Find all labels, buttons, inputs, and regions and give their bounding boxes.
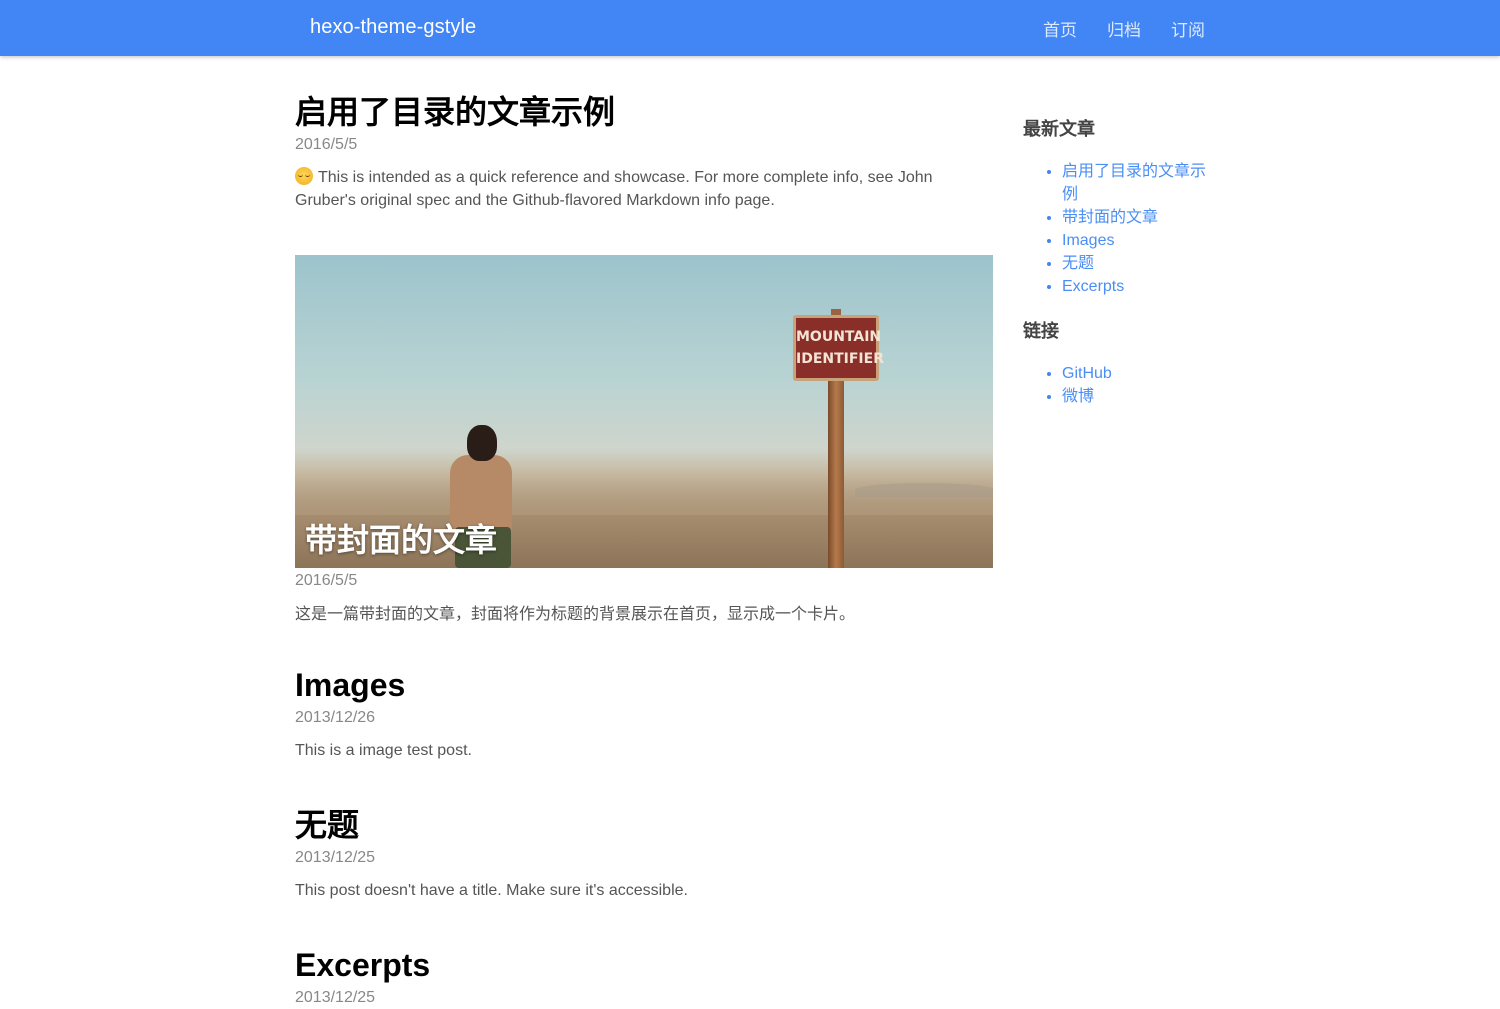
list-item: GitHub xyxy=(1062,362,1213,385)
person-head xyxy=(467,425,497,461)
post-item: Excerpts 2013/12/25 xyxy=(295,943,993,1009)
post-title-link[interactable]: Images xyxy=(295,663,993,707)
recent-post-link[interactable]: Excerpts xyxy=(1062,278,1124,295)
post-date: 2016/5/5 xyxy=(295,572,358,589)
weibo-link[interactable]: 微博 xyxy=(1062,388,1094,405)
nav-archive-link[interactable]: 归档 xyxy=(1107,16,1141,41)
github-link[interactable]: GitHub xyxy=(1062,365,1112,382)
mountain-identifier-sign: MOUNTAIN IDENTIFIER xyxy=(793,315,884,381)
main-nav: 首页 归档 订阅 xyxy=(1043,16,1205,41)
recent-post-link[interactable]: 启用了目录的文章示例 xyxy=(1062,163,1206,203)
top-navbar: hexo-theme-gstyle 首页 归档 订阅 xyxy=(0,0,1500,56)
relieved-face-icon xyxy=(295,167,313,185)
post-title-link[interactable]: 无题 xyxy=(295,803,993,847)
post-excerpt: This is a image test post. xyxy=(295,742,472,759)
sign-text-line1: MOUNTAIN xyxy=(796,329,882,345)
site-brand-link[interactable]: hexo-theme-gstyle xyxy=(310,16,476,39)
post-date: 2013/12/25 xyxy=(295,849,376,866)
nav-subscribe-link[interactable]: 订阅 xyxy=(1171,16,1205,41)
post-cover-card[interactable]: MOUNTAIN IDENTIFIER 带封面的文章 xyxy=(295,255,993,568)
recent-posts-list: 启用了目录的文章示例 带封面的文章 Images 无题 Excerpts xyxy=(1023,160,1213,298)
nav-home-link[interactable]: 首页 xyxy=(1043,16,1077,41)
post-excerpt: This is intended as a quick reference an… xyxy=(295,166,993,212)
post-date: 2013/12/25 xyxy=(295,989,376,1006)
list-item: 带封面的文章 xyxy=(1062,206,1213,229)
recent-posts-heading: 最新文章 xyxy=(1023,119,1095,139)
list-item: 无题 xyxy=(1062,252,1213,275)
sign-post xyxy=(828,381,844,568)
recent-post-link[interactable]: Images xyxy=(1062,232,1114,249)
sign-text-line2: IDENTIFIER xyxy=(796,351,884,367)
post-excerpt: 这是一篇带封面的文章，封面将作为标题的背景展示在首页，显示成一个卡片。 xyxy=(295,606,856,623)
cover-hills xyxy=(855,483,993,497)
post-excerpt: This post doesn't have a title. Make sur… xyxy=(295,882,688,899)
links-list: GitHub 微博 xyxy=(1023,362,1213,408)
list-item: Images xyxy=(1062,229,1213,252)
links-heading: 链接 xyxy=(1023,321,1059,341)
recent-post-link[interactable]: 无题 xyxy=(1062,255,1094,272)
post-date: 2016/5/5 xyxy=(295,136,358,153)
list-item: 启用了目录的文章示例 xyxy=(1062,160,1213,206)
post-item: 无题 2013/12/25 This post doesn't have a t… xyxy=(295,803,993,902)
list-item: Excerpts xyxy=(1062,275,1213,298)
list-item: 微博 xyxy=(1062,385,1213,408)
post-title-link[interactable]: 启用了目录的文章示例 xyxy=(295,90,993,134)
recent-post-link[interactable]: 带封面的文章 xyxy=(1062,209,1158,226)
post-list: 启用了目录的文章示例 2016/5/5 This is intended as … xyxy=(295,90,993,1009)
post-title-link[interactable]: Excerpts xyxy=(295,943,993,987)
post-title-link[interactable]: 带封面的文章 xyxy=(305,520,497,560)
post-excerpt-text: This is intended as a quick reference an… xyxy=(295,169,933,209)
post-date: 2013/12/26 xyxy=(295,709,376,726)
post-item: Images 2013/12/26 This is a image test p… xyxy=(295,663,993,762)
sidebar: 最新文章 启用了目录的文章示例 带封面的文章 Images 无题 Excerpt… xyxy=(1023,116,1213,408)
post-item: MOUNTAIN IDENTIFIER 带封面的文章 2016/5/5 这是一篇… xyxy=(295,255,993,626)
recent-posts-widget: 最新文章 启用了目录的文章示例 带封面的文章 Images 无题 Excerpt… xyxy=(1023,116,1213,298)
post-item: 启用了目录的文章示例 2016/5/5 This is intended as … xyxy=(295,90,993,212)
links-widget: 链接 GitHub 微博 xyxy=(1023,318,1213,408)
